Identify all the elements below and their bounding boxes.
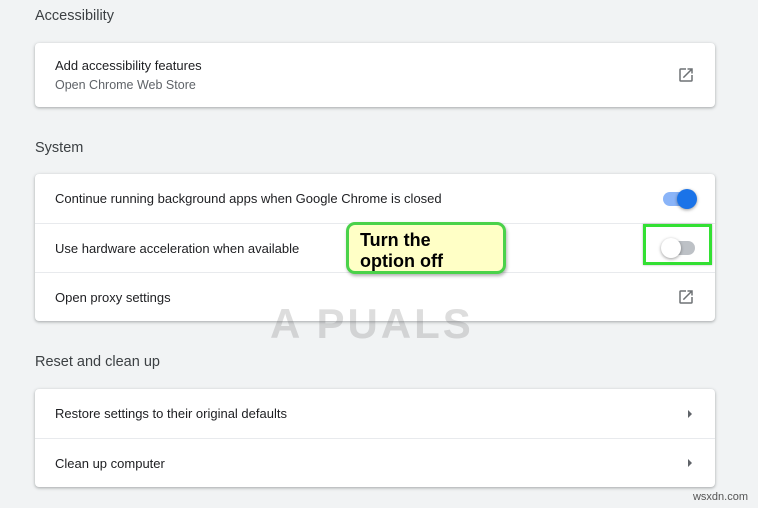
toggle-knob [677,188,697,209]
chevron-right-icon [685,409,695,419]
accessibility-card: Add accessibility features Open Chrome W… [35,43,715,107]
add-accessibility-features-row[interactable]: Add accessibility features Open Chrome W… [35,43,715,107]
add-accessibility-features-label: Add accessibility features [55,58,202,73]
clean-up-computer-row[interactable]: Clean up computer [35,438,715,487]
section-title-system: System [35,140,84,156]
background-apps-row[interactable]: Continue running background apps when Go… [35,174,715,223]
restore-defaults-label: Restore settings to their original defau… [55,406,287,421]
toggle-highlight-box [643,224,712,265]
reset-card: Restore settings to their original defau… [35,389,715,487]
background-apps-toggle-wrap [663,188,697,209]
callout-line-2: option off [360,251,443,271]
proxy-settings-label: Open proxy settings [55,289,171,305]
open-web-store-sublabel: Open Chrome Web Store [55,78,196,92]
background-apps-toggle[interactable] [663,188,697,209]
section-title-accessibility: Accessibility [35,8,114,24]
corner-watermark: wsxdn.com [692,491,748,503]
section-title-reset: Reset and clean up [35,354,160,370]
callout-line-1: Turn the [360,230,431,250]
clean-up-computer-label: Clean up computer [55,455,165,471]
chevron-right-icon [685,458,695,468]
proxy-settings-row[interactable]: Open proxy settings [35,272,715,321]
background-apps-label: Continue running background apps when Go… [55,191,442,206]
open-external-icon[interactable] [677,66,695,84]
restore-defaults-row[interactable]: Restore settings to their original defau… [35,389,715,438]
hardware-acceleration-label: Use hardware acceleration when available [55,240,300,256]
annotation-callout: Turn the option off [346,222,506,274]
open-external-icon[interactable] [677,288,695,306]
